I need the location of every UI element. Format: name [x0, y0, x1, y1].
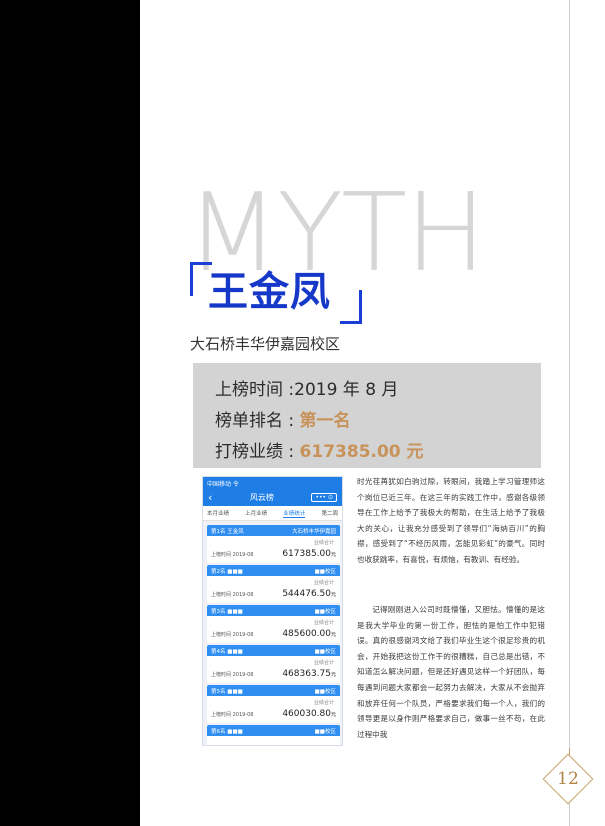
rank-card-sub: 业绩合计 — [313, 700, 334, 706]
phone-tab-active: 业绩统计 — [283, 510, 306, 518]
rank-card-title: 第6名 ■■■ — [211, 729, 243, 735]
phone-tab: 第二周 — [321, 511, 338, 517]
more-icon: ••• ⊙ — [311, 492, 337, 502]
ranking-time-label: 上榜时间 : — [215, 380, 295, 400]
ranking-rank-line: 榜单排名 : 第一名 — [215, 406, 351, 431]
rank-card: 第4名 ■■■ ■■校区 业绩合计 上榜时间 2019-08 468363.75元 — [207, 645, 340, 683]
rank-card-amount: 468363.75元 — [282, 669, 336, 679]
rank-card-amount: 617385.00元 — [282, 549, 336, 559]
phone-status-bar: 中国移动 令 — [203, 477, 342, 488]
rank-card-date: 上榜时间 2019-08 — [211, 552, 254, 558]
rank-card-sub: 业绩合计 — [313, 580, 334, 586]
rank-card-date: 上榜时间 2019-08 — [211, 712, 254, 718]
ranking-info-box: 上榜时间 :2019 年 8 月 榜单排名 : 第一名 打榜业绩 : 61738… — [193, 363, 541, 468]
rank-card-date: 上榜时间 2019-08 — [211, 632, 254, 638]
rank-card-date: 上榜时间 2019-08 — [211, 672, 254, 678]
close-bracket — [340, 290, 362, 324]
article-paragraph-2: 记得刚刚进入公司时既懵懂，又胆怯。懵懂的是这是我大学毕业的第一份工作，胆怯的是怕… — [357, 605, 545, 739]
rank-card: 第6名 ■■■ ■■校区 — [207, 725, 340, 745]
rank-card-amount: 485600.00元 — [282, 629, 336, 639]
ranking-time-value: 2019 年 8 月 — [294, 380, 399, 400]
rank-card-campus: ■■校区 — [314, 649, 336, 655]
ranking-rank-value: 第一名 — [299, 411, 351, 431]
right-margin-rule — [569, 0, 570, 826]
rank-card-amount: 544476.50元 — [282, 589, 336, 599]
rank-card: 第2名 ■■■ ■■校区 业绩合计 上榜时间 2019-08 544476.50元 — [207, 565, 340, 603]
rank-card-campus: ■■校区 — [314, 609, 336, 615]
phone-title: 风云榜 — [249, 492, 274, 502]
rank-card-campus: ■■校区 — [314, 689, 336, 695]
rank-card-title: 第2名 ■■■ — [211, 569, 243, 575]
phone-tab: 上月业绩 — [245, 511, 268, 517]
ranking-perf-label: 打榜业绩 : — [215, 442, 300, 462]
phone-tabs: 本月业绩 上月业绩 业绩统计 第二周 — [203, 506, 342, 521]
ranking-time-line: 上榜时间 :2019 年 8 月 — [215, 375, 398, 400]
rank-card-date: 上榜时间 2019-08 — [211, 592, 254, 598]
ranking-perf-value: 617385.00 元 — [299, 442, 424, 462]
rank-card-title: 第4名 ■■■ — [211, 649, 243, 655]
article-paragraph-1: 时光荏苒犹如白驹过隙，转眼间，我踏上学习管理师这个岗位已近三年。在这三年的实践工… — [357, 477, 545, 564]
black-side-strip — [0, 0, 140, 826]
ranking-rank-label: 榜单排名 : — [215, 411, 300, 431]
phone-nav-bar: ‹ 风云榜 ••• ⊙ — [203, 488, 342, 506]
ranking-perf-line: 打榜业绩 : 617385.00 元 — [215, 437, 424, 462]
rank-card-title: 第1名 王金凤 — [211, 529, 244, 535]
phone-tab: 本月业绩 — [207, 511, 230, 517]
rank-card: 第1名 王金凤 大石桥丰华伊嘉园 业绩合计 上榜时间 2019-08 617385… — [207, 525, 340, 563]
campus-name: 大石桥丰华伊嘉园校区 — [190, 335, 341, 353]
rank-card-amount: 460030.80元 — [282, 709, 336, 719]
back-icon: ‹ — [208, 490, 213, 504]
rank-card: 第5名 ■■■ ■■校区 业绩合计 上榜时间 2019-08 460030.80元 — [207, 685, 340, 723]
rank-card: 第3名 ■■■ ■■校区 业绩合计 上榜时间 2019-08 485600.00元 — [207, 605, 340, 643]
rank-card-sub: 业绩合计 — [313, 540, 334, 546]
rank-card-campus: ■■校区 — [314, 729, 336, 735]
rank-card-title: 第5名 ■■■ — [211, 689, 243, 695]
rank-card-sub: 业绩合计 — [313, 620, 334, 626]
rank-card-title: 第3名 ■■■ — [211, 609, 243, 615]
rank-card-campus: ■■校区 — [314, 569, 336, 575]
rank-card-campus: 大石桥丰华伊嘉园 — [291, 529, 336, 535]
leaderboard-screenshot: 中国移动 令 ‹ 风云榜 ••• ⊙ 本月业绩 上月业绩 业绩统计 第二周 第1… — [202, 476, 343, 746]
page-number: 12 — [557, 769, 579, 789]
person-name: 王金凤 — [208, 269, 331, 315]
rank-card-sub: 业绩合计 — [313, 660, 334, 666]
